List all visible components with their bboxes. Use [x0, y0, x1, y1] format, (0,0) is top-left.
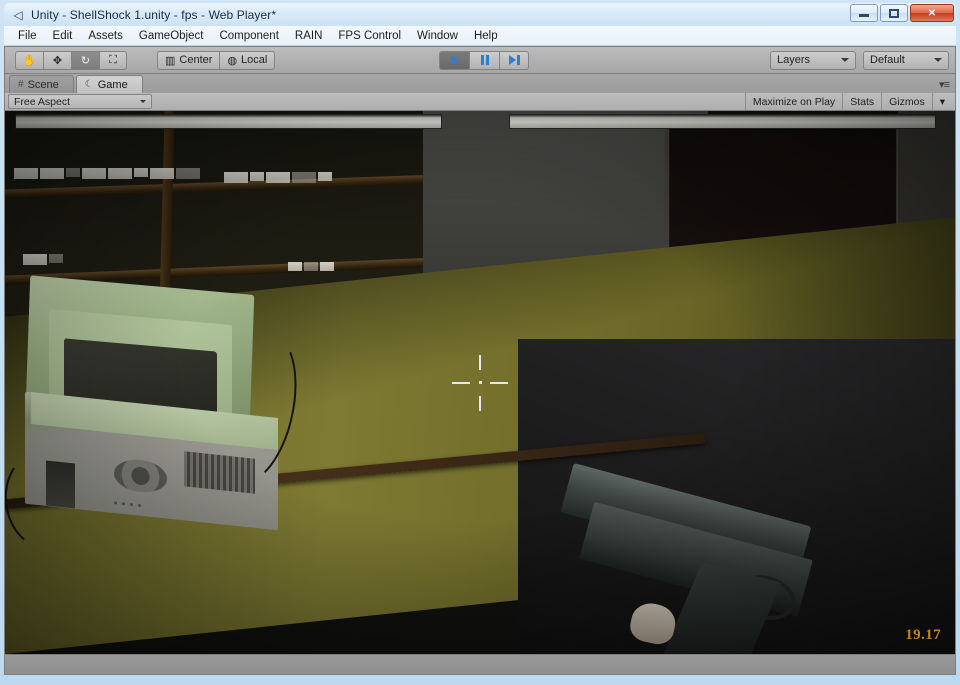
globe-icon: ◍ [227, 54, 238, 67]
menu-item-assets[interactable]: Assets [80, 28, 131, 44]
status-bar [4, 655, 956, 675]
hud-timer: 19.17 [905, 627, 941, 643]
tab-game-label: Game [97, 78, 128, 91]
gizmos-dropdown-caret[interactable]: ▾ [931, 93, 952, 110]
step-button[interactable] [499, 50, 529, 70]
layers-label: Layers [777, 54, 811, 66]
tab-scene-label: Scene [27, 78, 59, 91]
unity-editor-window: ◁ Unity - ShellShock 1.unity - fps - Web… [0, 0, 960, 685]
pivot-icon: ▥ [165, 54, 176, 67]
window-controls: ✕ [850, 4, 954, 22]
layers-dropdown[interactable]: Layers [770, 50, 856, 70]
ceiling-light-bar-right [508, 114, 936, 129]
pivot-rotation-label: Local [241, 54, 268, 66]
editor-toolbar: ✋ ✥ ↻ ⛶ ▥ Center ◍ Local Layers Default [5, 47, 955, 74]
pause-button[interactable] [469, 50, 499, 70]
hand-tool-button[interactable]: ✋ [15, 50, 43, 70]
menu-item-fps-control[interactable]: FPS Control [330, 28, 409, 44]
stats-button[interactable]: Stats [842, 93, 881, 110]
menu-item-help[interactable]: Help [466, 28, 506, 44]
aspect-ratio-dropdown[interactable]: Free Aspect [8, 94, 152, 109]
menu-item-file[interactable]: File [10, 28, 45, 44]
pivot-mode-button[interactable]: ▥ Center [157, 50, 220, 70]
editor-body: ✋ ✥ ↻ ⛶ ▥ Center ◍ Local Layers Default … [4, 46, 956, 655]
layout-label: Default [870, 54, 905, 66]
tab-game[interactable]: ☾ Game [75, 75, 143, 93]
fps-crosshair [452, 354, 508, 411]
pivot-group: ▥ Center ◍ Local [157, 50, 276, 70]
pistol-viewmodel [556, 463, 898, 654]
play-controls [439, 50, 529, 70]
chevron-down-icon [841, 58, 849, 62]
aspect-ratio-label: Free Aspect [14, 95, 71, 108]
menu-item-window[interactable]: Window [409, 28, 466, 44]
chevron-down-icon [934, 58, 942, 62]
scale-tool-button[interactable]: ⛶ [99, 50, 127, 70]
window-title: Unity - ShellShock 1.unity - fps - Web P… [31, 7, 277, 22]
tab-scene[interactable]: # Scene [9, 75, 74, 93]
pivot-mode-label: Center [179, 54, 213, 66]
menu-item-rain[interactable]: RAIN [287, 28, 330, 44]
grid-icon: # [18, 79, 24, 90]
menu-bar: File Edit Assets GameObject Component RA… [4, 26, 956, 46]
game-toolbar-right: Maximize on Play Stats Gizmos ▾ [744, 93, 952, 110]
ceiling-light-bar-left [14, 114, 442, 129]
close-button[interactable]: ✕ [910, 4, 954, 22]
panel-options-icon[interactable]: ▾≡ [939, 78, 950, 91]
move-tool-button[interactable]: ✥ [43, 50, 71, 70]
title-bar: ◁ Unity - ShellShock 1.unity - fps - Web… [4, 3, 956, 26]
unity-icon: ◁ [13, 7, 23, 22]
toolbar-right-group: Layers Default [770, 50, 949, 70]
gamepad-icon: ☾ [84, 79, 94, 90]
menu-item-gameobject[interactable]: GameObject [131, 28, 212, 44]
maximize-button[interactable] [880, 4, 908, 22]
crt-monitor [5, 275, 311, 555]
game-scene: 19.17 [5, 111, 955, 654]
panel-tab-row: # Scene ☾ Game ▾≡ [5, 74, 955, 93]
transform-tool-group: ✋ ✥ ↻ ⛶ [15, 50, 127, 70]
layout-dropdown[interactable]: Default [863, 50, 949, 70]
gizmos-button[interactable]: Gizmos [881, 93, 932, 110]
rotate-tool-button[interactable]: ↻ [71, 50, 99, 70]
minimize-button[interactable] [850, 4, 878, 22]
menu-item-edit[interactable]: Edit [45, 28, 81, 44]
play-button[interactable] [439, 50, 469, 70]
game-view-toolbar: Free Aspect Maximize on Play Stats Gizmo… [5, 93, 955, 111]
chevron-down-icon [140, 100, 146, 103]
maximize-on-play-button[interactable]: Maximize on Play [744, 93, 842, 110]
menu-item-component[interactable]: Component [211, 28, 286, 44]
pivot-rotation-button[interactable]: ◍ Local [219, 50, 276, 70]
game-view-render[interactable]: 19.17 [5, 111, 955, 654]
